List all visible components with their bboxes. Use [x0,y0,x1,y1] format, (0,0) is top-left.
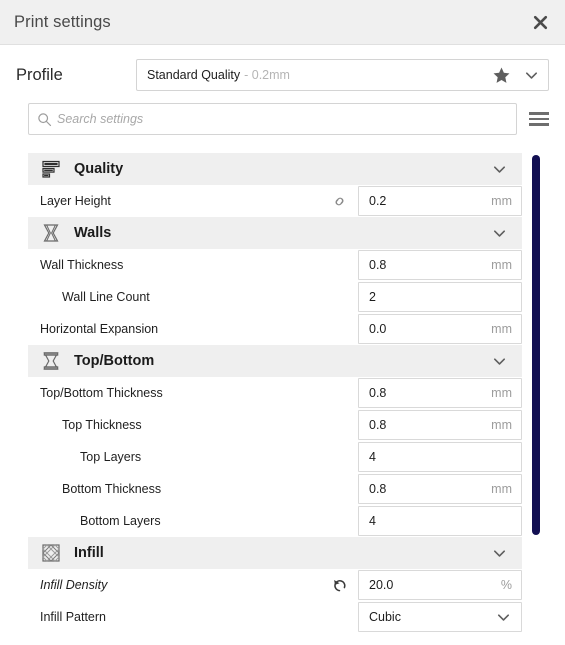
search-row [0,103,565,135]
section-header-quality[interactable]: Quality [28,153,522,185]
setting-value-input[interactable]: 0.0 mm [358,314,522,344]
setting-row: Top Thickness 0.8 mm [28,409,522,441]
walls-outline-icon [40,222,62,244]
setting-dropdown[interactable]: Cubic [358,602,522,632]
top-bottom-icon [40,350,62,372]
setting-label: Top Thickness [62,418,142,432]
chevron-down-icon[interactable] [523,67,540,84]
setting-label: Bottom Thickness [62,482,162,496]
star-icon[interactable] [492,66,511,85]
infill-lattice-icon [40,542,62,564]
setting-value: 2 [369,290,376,304]
profile-selected-name: Standard Quality [147,68,241,82]
setting-label: Infill Pattern [40,610,107,624]
profile-select-icons [492,66,540,85]
setting-row: Top Layers 4 [28,441,522,473]
setting-unit: mm [491,322,512,336]
setting-value-input[interactable]: 0.2 mm [358,186,522,216]
chevron-down-icon[interactable] [491,225,508,242]
quality-layers-icon [40,158,62,180]
setting-unit: mm [491,418,512,432]
setting-row: Bottom Thickness 0.8 mm [28,473,522,505]
window-titlebar: Print settings [0,0,565,45]
settings-scrollbar-thumb[interactable] [532,155,540,535]
link-icon[interactable] [330,192,348,210]
setting-row: Infill Pattern Cubic [28,601,522,633]
setting-value: 0.2 [369,194,387,208]
setting-label: Infill Density [40,578,108,592]
settings-list: Quality Layer Height 0.2 mm Walls Wall Thickn… [28,153,522,633]
setting-label: Wall Thickness [40,258,124,272]
setting-row: Horizontal Expansion 0.0 mm [28,313,522,345]
profile-row: Profile Standard Quality - 0.2mm [0,45,565,101]
setting-label: Top Layers [80,450,142,464]
setting-label: Top/Bottom Thickness [40,386,163,400]
profile-selected-detail: - 0.2mm [244,68,290,82]
setting-row: Layer Height 0.2 mm [28,185,522,217]
chevron-down-icon[interactable] [491,545,508,562]
setting-value: Cubic [369,610,401,624]
window-title: Print settings [14,12,111,31]
settings-scrollbar-track[interactable] [532,153,540,645]
setting-value: 0.8 [369,258,387,272]
setting-value: 0.0 [369,322,387,336]
setting-row: Wall Thickness 0.8 mm [28,249,522,281]
section-title: Infill [74,545,104,561]
revert-icon[interactable] [330,576,348,594]
setting-label: Layer Height [40,194,111,208]
profile-label: Profile [16,65,63,84]
setting-value-input[interactable]: 0.8 mm [358,378,522,408]
setting-unit: mm [491,194,512,208]
setting-value-input[interactable]: 2 [358,282,522,312]
setting-value-input[interactable]: 4 [358,442,522,472]
setting-label: Horizontal Expansion [40,322,159,336]
setting-row: Infill Density 20.0% [28,569,522,601]
section-header-walls[interactable]: Walls [28,217,522,249]
setting-unit: mm [491,258,512,272]
hamburger-bar [529,112,549,115]
setting-value: 20.0 [369,578,394,592]
profile-select[interactable]: Standard Quality - 0.2mm [136,59,549,91]
section-title: Quality [74,161,124,177]
setting-unit: mm [491,482,512,496]
close-icon[interactable] [527,9,553,35]
setting-row: Top/Bottom Thickness 0.8 mm [28,377,522,409]
chevron-down-icon[interactable] [491,353,508,370]
setting-value: 4 [369,514,376,528]
hamburger-menu-icon[interactable] [529,109,549,129]
section-title: Top/Bottom [74,353,155,369]
section-header-infill[interactable]: Infill [28,537,522,569]
chevron-down-icon[interactable] [491,161,508,178]
setting-row: Wall Line Count 2 [28,281,522,313]
setting-value: 0.8 [369,482,387,496]
setting-unit: mm [491,386,512,400]
setting-value-input[interactable]: 0.8 mm [358,250,522,280]
hamburger-bar [529,123,549,126]
setting-label: Wall Line Count [62,290,150,304]
hamburger-bar [529,117,549,121]
setting-label: Bottom Layers [80,514,161,528]
section-header-top-bottom[interactable]: Top/Bottom [28,345,522,377]
setting-value-input[interactable]: 4 [358,506,522,536]
setting-value: 0.8 [369,386,387,400]
search-box[interactable] [28,103,517,135]
setting-value: 4 [369,450,376,464]
settings-scroll-area[interactable]: Quality Layer Height 0.2 mm Walls Wall Thickn… [28,153,565,645]
search-input[interactable] [57,112,508,126]
chevron-down-icon[interactable] [495,609,512,626]
setting-value: 0.8 [369,418,387,432]
setting-value-input[interactable]: 20.0% [358,570,522,600]
setting-value-input[interactable]: 0.8 mm [358,474,522,504]
setting-unit: % [500,578,512,592]
setting-value-input[interactable]: 0.8 mm [358,410,522,440]
setting-row: Bottom Layers 4 [28,505,522,537]
section-title: Walls [74,225,112,241]
search-icon [37,112,52,127]
